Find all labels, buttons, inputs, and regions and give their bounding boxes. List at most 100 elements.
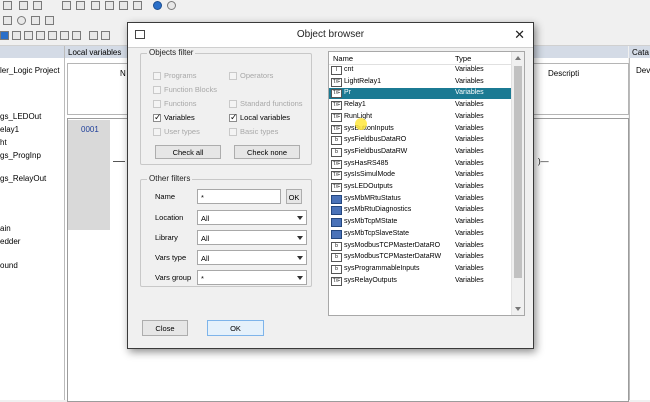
checkbox-icon[interactable] xyxy=(153,71,161,80)
tool-icon[interactable] xyxy=(33,1,42,10)
tool-icon[interactable] xyxy=(24,31,33,40)
list-item[interactable]: T/F sysIsSimulMode Variables xyxy=(329,170,513,181)
scroll-down-icon[interactable] xyxy=(515,307,521,311)
library-select[interactable]: All xyxy=(197,230,307,245)
tree-item[interactable]: elay1 xyxy=(0,125,19,134)
item-name: cnt xyxy=(344,66,354,73)
vars-type-select[interactable]: All xyxy=(197,250,307,265)
tool-icon[interactable] xyxy=(36,31,45,40)
filter-function-blocks[interactable]: Function Blocks xyxy=(153,85,217,94)
catalog-item[interactable]: Dev xyxy=(636,66,650,75)
filter-variables[interactable]: Variables xyxy=(153,112,195,123)
filter-local-variables[interactable]: Local variables xyxy=(229,112,290,123)
column-header-name[interactable]: Name xyxy=(333,54,353,63)
check-all-button[interactable]: Check all xyxy=(155,145,221,159)
checkbox-icon[interactable] xyxy=(229,99,237,108)
tool-icon[interactable] xyxy=(3,16,12,25)
list-item[interactable]: b sysProgrammableInputs Variables xyxy=(329,264,513,275)
ok-button[interactable]: OK xyxy=(207,320,264,336)
tool-icon[interactable] xyxy=(3,1,12,10)
tree-item[interactable]: gs_LEDOut xyxy=(0,112,41,121)
list-item[interactable]: T/F LightRelay1 Variables xyxy=(329,77,513,88)
column-header[interactable]: Descripti xyxy=(548,69,579,78)
tool-icon[interactable] xyxy=(62,1,71,10)
tree-item[interactable]: ht xyxy=(0,138,7,147)
checkbox-icon[interactable] xyxy=(153,127,161,136)
list-item[interactable]: b sysFieldbusDataRW Variables xyxy=(329,147,513,158)
filter-standard-functions[interactable]: Standard functions xyxy=(229,99,303,108)
list-item[interactable]: b sysModbusTCPMasterDataRO Variables xyxy=(329,241,513,252)
struct-variable-icon xyxy=(331,194,342,204)
checkbox-icon[interactable] xyxy=(153,112,162,123)
vars-group-select[interactable]: * xyxy=(197,270,307,285)
tool-icon[interactable] xyxy=(76,1,85,10)
list-item[interactable]: sysMbTcpMState Variables xyxy=(329,217,513,228)
tool-icon[interactable] xyxy=(17,16,26,25)
filter-functions[interactable]: Functions xyxy=(153,99,197,108)
tree-item[interactable]: ain xyxy=(0,224,11,233)
tool-icon[interactable] xyxy=(0,31,9,40)
tool-icon[interactable] xyxy=(60,31,69,40)
list-item[interactable]: sysMbMRtuStatus Variables xyxy=(329,194,513,205)
tool-icon[interactable] xyxy=(12,31,21,40)
tool-icon[interactable] xyxy=(105,1,114,10)
variable-icon: T/F xyxy=(331,89,342,99)
object-list[interactable]: Name Type Icnt Variables T/F LightRelay1 Var… xyxy=(328,51,525,316)
tool-icon[interactable] xyxy=(119,1,128,10)
list-item[interactable]: T/F sysRelayOutputs Variables xyxy=(329,276,513,287)
close-button[interactable]: Close xyxy=(142,320,188,336)
left-panel-header xyxy=(0,46,64,58)
filter-basic-types[interactable]: Basic types xyxy=(229,127,278,136)
tool-icon[interactable] xyxy=(133,1,142,10)
list-item[interactable]: sysMbRtuDiagnostics Variables xyxy=(329,205,513,216)
name-ok-button[interactable]: OK xyxy=(286,189,302,204)
list-item[interactable]: b sysFieldbusDataRO Variables xyxy=(329,135,513,146)
tool-icon[interactable] xyxy=(19,1,28,10)
tool-icon[interactable] xyxy=(91,1,100,10)
check-none-button[interactable]: Check none xyxy=(234,145,300,159)
scroll-up-icon[interactable] xyxy=(515,56,521,60)
dialog-titlebar[interactable]: Object browser ✕ xyxy=(128,23,533,48)
item-name: Relay1 xyxy=(344,101,366,109)
download-icon[interactable] xyxy=(153,1,162,10)
checkbox-icon[interactable] xyxy=(229,127,237,136)
tool-icon[interactable] xyxy=(72,31,81,40)
checkbox-icon[interactable] xyxy=(229,71,237,80)
item-name: sysMbMRtuStatus xyxy=(344,194,401,202)
list-header: Name Type xyxy=(329,52,513,65)
item-name: sysHasRS485 xyxy=(344,159,389,167)
tool-icon[interactable] xyxy=(89,31,98,40)
tree-item[interactable]: gs_RelayOut xyxy=(0,174,46,183)
refresh-icon[interactable] xyxy=(167,1,176,10)
list-scrollbar[interactable] xyxy=(511,52,524,315)
filter-operators[interactable]: Operators xyxy=(229,71,273,80)
checkbox-icon[interactable] xyxy=(229,112,238,123)
checkbox-icon[interactable] xyxy=(153,85,161,94)
tool-icon[interactable] xyxy=(31,16,40,25)
tool-icon[interactable] xyxy=(48,31,57,40)
tool-icon[interactable] xyxy=(101,31,110,40)
close-icon[interactable]: ✕ xyxy=(514,27,525,43)
list-item[interactable]: T/F sysLEDOutputs Variables xyxy=(329,182,513,193)
list-item[interactable]: Icnt Variables xyxy=(329,65,513,76)
list-item[interactable]: T/F sysHasRS485 Variables xyxy=(329,159,513,170)
name-field[interactable]: * xyxy=(197,189,281,204)
tree-item[interactable]: edder xyxy=(0,237,20,246)
list-item[interactable]: T/F Relay1 Variables xyxy=(329,100,513,111)
checkbox-icon[interactable] xyxy=(153,99,161,108)
location-select[interactable]: All xyxy=(197,210,307,225)
tree-item[interactable]: gs_ProgInp xyxy=(0,151,41,160)
list-item[interactable]: T/F Pr Variables xyxy=(329,88,513,100)
scroll-thumb[interactable] xyxy=(514,66,522,278)
column-header-type[interactable]: Type xyxy=(455,54,471,63)
tree-item[interactable]: ler_Logic Project xyxy=(0,66,60,75)
filter-programs[interactable]: Programs xyxy=(153,71,197,80)
list-item[interactable]: sysMbTcpSlaveState Variables xyxy=(329,229,513,240)
tool-icon[interactable] xyxy=(45,16,54,25)
tree-item[interactable]: ound xyxy=(0,261,18,270)
item-type: Variables xyxy=(455,66,484,73)
list-item[interactable]: b sysModbusTCPMasterDataRW Variables xyxy=(329,252,513,263)
filter-user-types[interactable]: User types xyxy=(153,127,200,136)
column-header[interactable]: N xyxy=(120,69,126,78)
ladder-rail xyxy=(113,161,125,162)
